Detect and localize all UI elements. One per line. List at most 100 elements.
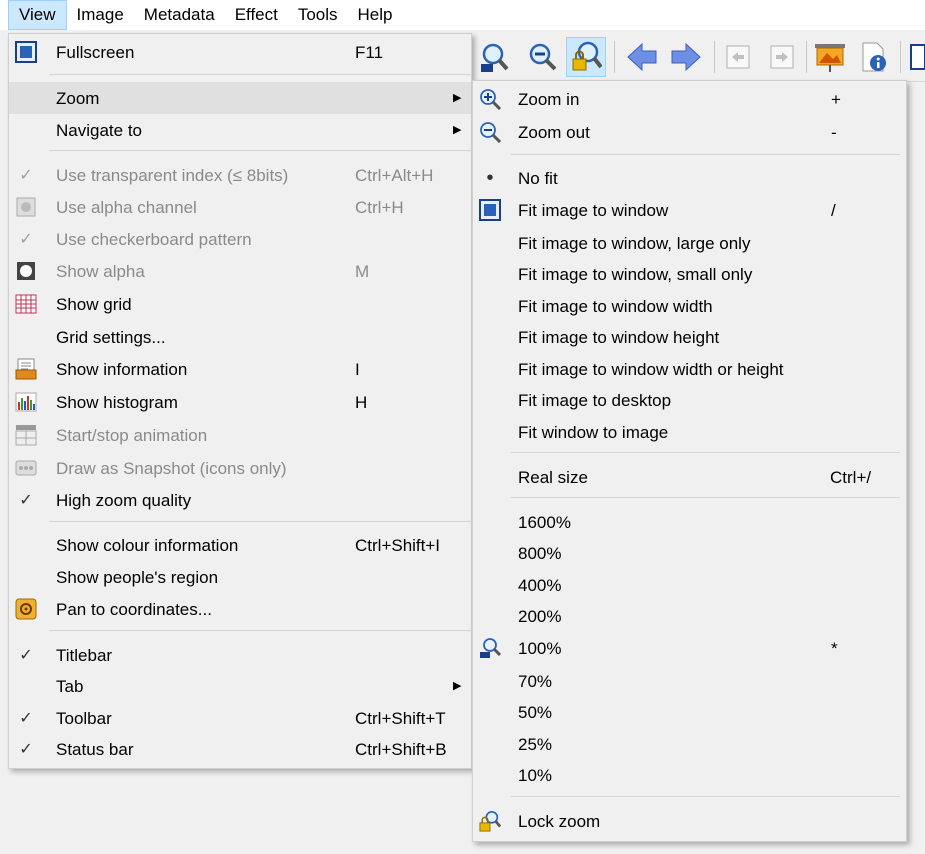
- menu-item-label: Zoom out: [518, 123, 590, 142]
- menu-help[interactable]: Help: [348, 0, 403, 30]
- lock-zoom-button[interactable]: [566, 37, 606, 77]
- menu-item-shortcut: Ctrl+Alt+H: [355, 166, 434, 185]
- menu-item-zoom-70[interactable]: 70%: [473, 666, 906, 696]
- menu-separator: [49, 521, 471, 522]
- previous-button[interactable]: [622, 37, 662, 77]
- menu-item-checkerboard[interactable]: ✓ Use checkerboard pattern: [9, 224, 471, 254]
- menu-item-label: Fit image to window, small only: [518, 265, 753, 284]
- menu-item-people-region[interactable]: Show people's region: [9, 562, 471, 592]
- menu-item-label: Show information: [56, 360, 188, 379]
- menu-item-shortcut: F11: [355, 43, 384, 62]
- menu-item-zoom-100[interactable]: 100% *: [473, 633, 906, 663]
- menu-item-label: No fit: [518, 169, 558, 188]
- menu-item-no-fit[interactable]: • No fit: [473, 163, 906, 193]
- menu-effect[interactable]: Effect: [225, 0, 288, 30]
- fullscreen-icon: [910, 44, 925, 70]
- menu-item-show-grid[interactable]: Show grid: [9, 289, 471, 319]
- lock-zoom-icon: [572, 41, 602, 71]
- submenu-arrow-icon: ▶: [453, 124, 462, 136]
- menu-item-label: Use checkerboard pattern: [56, 230, 252, 249]
- menu-separator: [511, 497, 900, 498]
- menu-item-tab[interactable]: Tab ▶: [9, 671, 471, 701]
- menu-item-show-information[interactable]: Show information I: [9, 354, 471, 384]
- menu-item-zoom-25[interactable]: 25%: [473, 729, 906, 759]
- menu-item-show-alpha[interactable]: Show alpha M: [9, 256, 471, 286]
- menu-item-status-bar[interactable]: ✓ Status bar Ctrl+Shift+B: [9, 734, 471, 764]
- next-button[interactable]: [666, 37, 706, 77]
- menu-item-transparent-index[interactable]: ✓ Use transparent index (≤ 8bits) Ctrl+A…: [9, 160, 471, 190]
- menu-image[interactable]: Image: [67, 0, 134, 30]
- menu-item-zoom-200[interactable]: 200%: [473, 601, 906, 631]
- fullscreen-button[interactable]: [906, 37, 925, 77]
- menu-item-alpha-channel[interactable]: Use alpha channel Ctrl+H: [9, 192, 471, 222]
- zoom-1to1-button[interactable]: [474, 37, 514, 77]
- menu-item-fullscreen[interactable]: Fullscreen F11: [9, 37, 471, 67]
- menu-item-zoom-1600[interactable]: 1600%: [473, 507, 906, 537]
- menu-item-zoom-50[interactable]: 50%: [473, 697, 906, 727]
- last-page-button[interactable]: [762, 37, 802, 77]
- menu-item-zoom-out[interactable]: Zoom out -: [473, 117, 906, 147]
- menu-item-fit-large[interactable]: Fit image to window, large only: [473, 228, 906, 258]
- arrow-right-icon: [671, 42, 701, 72]
- menubar: View Image Metadata Effect Tools Help: [0, 0, 925, 30]
- menu-item-real-size[interactable]: Real size Ctrl+/: [473, 462, 906, 492]
- fit-window-icon: [479, 199, 501, 221]
- menu-item-snapshot[interactable]: Draw as Snapshot (icons only): [9, 453, 471, 483]
- menu-item-colour-info[interactable]: Show colour information Ctrl+Shift+I: [9, 530, 471, 560]
- menu-metadata[interactable]: Metadata: [134, 0, 225, 30]
- menu-item-label: Show colour information: [56, 536, 239, 555]
- check-icon: ✓: [19, 710, 33, 727]
- menu-item-zoom[interactable]: Zoom ▶: [9, 82, 471, 114]
- menu-item-zoom-800[interactable]: 800%: [473, 538, 906, 568]
- zoom-out-button[interactable]: [522, 37, 562, 77]
- menu-item-label: Fit window to image: [518, 423, 669, 442]
- view-menu: Fullscreen F11 Zoom ▶ Navigate to ▶ ✓ Us…: [8, 33, 472, 769]
- menu-item-zoom-10[interactable]: 10%: [473, 760, 906, 790]
- menu-tools[interactable]: Tools: [288, 0, 348, 30]
- last-page-icon: [770, 45, 794, 69]
- menu-item-label: Show grid: [56, 295, 132, 314]
- first-page-button[interactable]: [718, 37, 758, 77]
- menu-item-fit-window[interactable]: Fit image to window /: [473, 195, 906, 225]
- menu-item-label: 200%: [518, 607, 562, 626]
- menu-item-animation[interactable]: Start/stop animation: [9, 420, 471, 450]
- menu-item-zoom-in[interactable]: Zoom in +: [473, 84, 906, 114]
- menu-item-toolbar[interactable]: ✓ Toolbar Ctrl+Shift+T: [9, 703, 471, 733]
- menu-item-zoom-400[interactable]: 400%: [473, 570, 906, 600]
- menu-item-fit-small[interactable]: Fit image to window, small only: [473, 259, 906, 289]
- zoom-1to1-icon: [479, 637, 501, 659]
- menu-item-fit-desktop[interactable]: Fit image to desktop: [473, 385, 906, 415]
- menu-item-fit-width[interactable]: Fit image to window width: [473, 291, 906, 321]
- menu-item-fit-width-or-height[interactable]: Fit image to window width or height: [473, 354, 906, 384]
- menu-item-label: 50%: [518, 703, 553, 722]
- menu-view[interactable]: View: [8, 0, 67, 30]
- menu-item-navigate[interactable]: Navigate to ▶: [9, 115, 471, 145]
- slideshow-button[interactable]: [810, 37, 850, 77]
- menu-item-label: Fit image to window width: [518, 297, 713, 316]
- menu-item-grid-settings[interactable]: Grid settings...: [9, 322, 471, 352]
- menu-item-zoom-quality[interactable]: ✓ High zoom quality: [9, 485, 471, 515]
- check-icon: ✓: [19, 647, 33, 664]
- menu-item-shortcut: +: [831, 90, 841, 109]
- menu-item-label: Use alpha channel: [56, 198, 197, 217]
- menu-item-fit-height[interactable]: Fit image to window height: [473, 322, 906, 352]
- toolbar-separator: [806, 41, 807, 73]
- menu-item-fit-window-to-image[interactable]: Fit window to image: [473, 417, 906, 447]
- animation-icon: [15, 424, 37, 446]
- menu-item-show-histogram[interactable]: Show histogram H: [9, 387, 471, 417]
- menu-item-label: Grid settings...: [56, 328, 166, 347]
- menu-item-titlebar[interactable]: ✓ Titlebar: [9, 640, 471, 670]
- menu-item-shortcut: Ctrl+Shift+I: [355, 536, 441, 555]
- menu-item-pan[interactable]: Pan to coordinates...: [9, 594, 471, 624]
- properties-button[interactable]: [854, 37, 894, 77]
- menu-item-lock-zoom[interactable]: Lock zoom: [473, 806, 906, 836]
- menu-item-shortcut: Ctrl+Shift+B: [355, 740, 447, 759]
- check-icon: ✓: [19, 492, 33, 509]
- menu-item-label: High zoom quality: [56, 491, 192, 510]
- zoom-submenu: Zoom in + Zoom out - • No fit Fit image …: [472, 80, 907, 842]
- menu-item-shortcut: H: [355, 393, 368, 412]
- menu-item-label: Fit image to window height: [518, 328, 720, 347]
- menu-item-label: Fit image to window width or height: [518, 360, 784, 379]
- menu-item-shortcut: *: [831, 639, 838, 658]
- menu-item-label: Navigate to: [56, 121, 142, 140]
